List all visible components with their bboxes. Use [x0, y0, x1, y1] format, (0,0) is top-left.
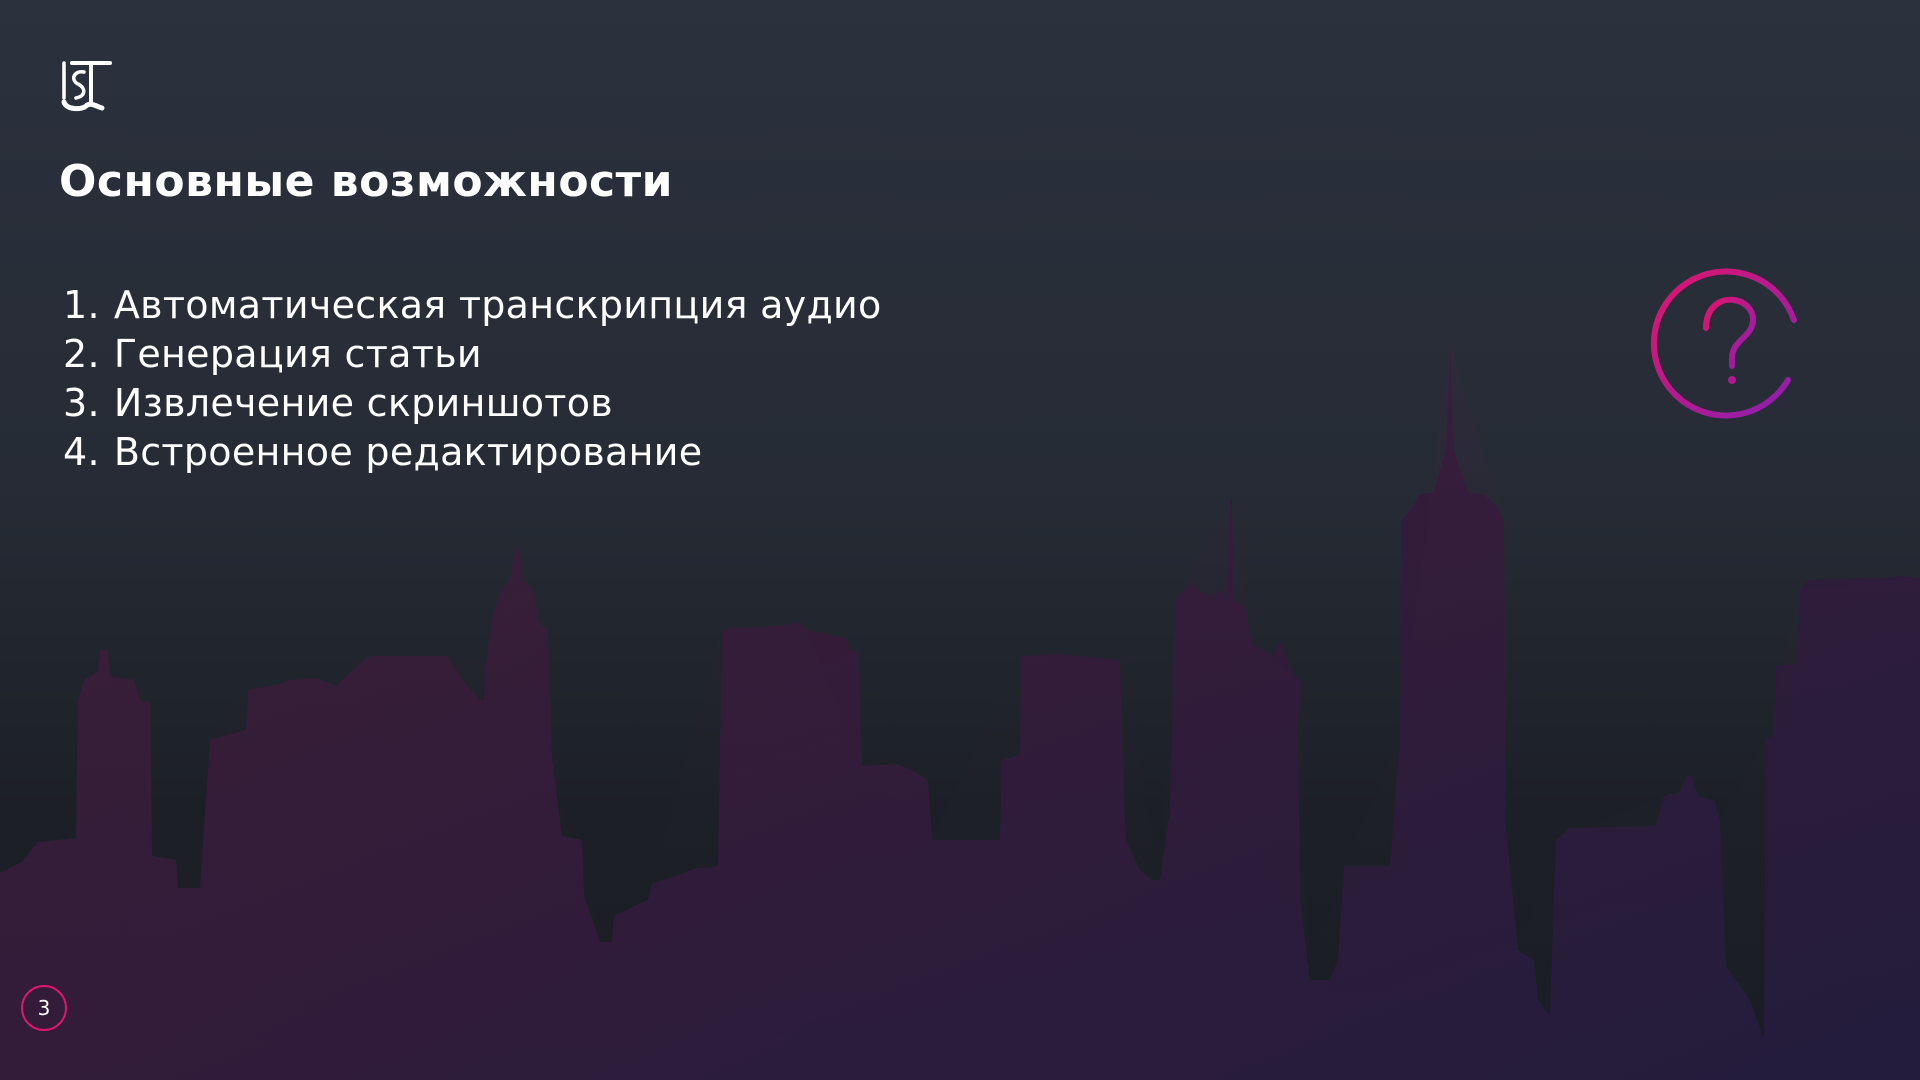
page-number: 3 — [37, 996, 51, 1020]
question-circle-icon — [1650, 268, 1797, 419]
list-item-number: 2. — [63, 332, 100, 376]
list-item: 4. Встроенное редактирование — [63, 428, 882, 477]
list-item-number: 4. — [63, 430, 100, 474]
page-number-badge: 3 — [21, 985, 67, 1031]
logo-icon — [61, 61, 112, 112]
list-item-label: Встроенное редактирование — [113, 430, 703, 474]
list-item-label: Генерация статьи — [113, 332, 482, 376]
list-item: 1. Автоматическая транскрипция аудио — [63, 281, 882, 330]
slide-title: Основные возможности — [59, 156, 673, 207]
list-item: 3. Извлечение скриншотов — [63, 379, 882, 428]
list-item-label: Автоматическая транскрипция аудио — [113, 283, 882, 327]
list-item-number: 3. — [63, 381, 100, 425]
list-item: 2. Генерация статьи — [63, 330, 882, 379]
features-list: 1. Автоматическая транскрипция аудио 2. Ге… — [63, 281, 882, 477]
list-item-label: Извлечение скриншотов — [113, 381, 613, 425]
list-item-number: 1. — [63, 283, 100, 327]
